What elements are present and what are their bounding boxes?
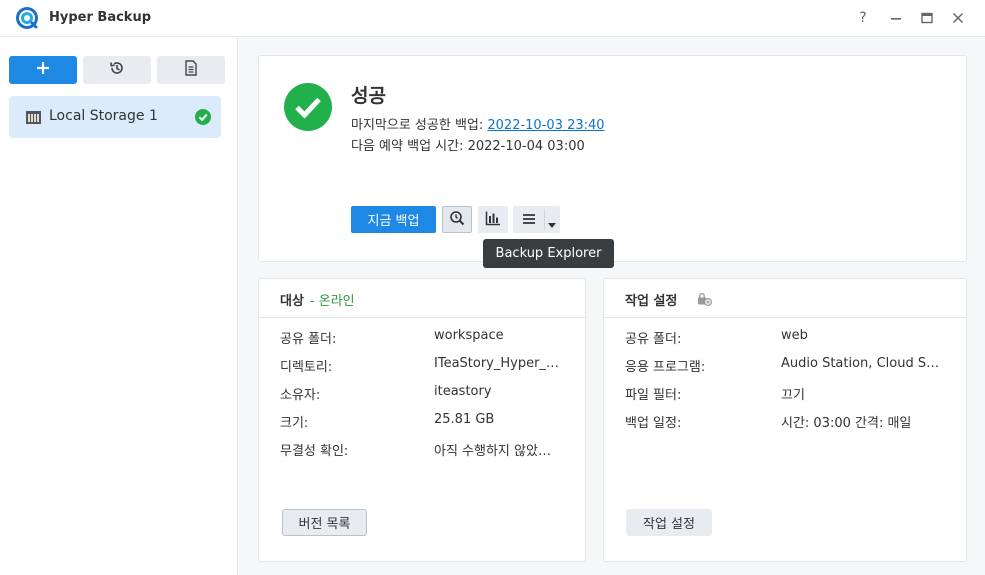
success-check-icon [283,82,333,136]
row-value: Audio Station, Cloud S… [781,356,940,371]
row-value: 아직 수행하지 않았… [434,444,551,459]
row-label: 소유자: [280,388,321,403]
online-status: - 온라인 [309,294,355,309]
success-check-icon [195,109,211,129]
sidebar: Local Storage 1 [0,38,238,575]
statistics-icon [485,210,501,230]
target-panel-header: 대상 - 온라인 [259,279,585,318]
add-task-button[interactable] [9,56,77,84]
version-list-button[interactable]: 버전 목록 [282,509,367,536]
sidebar-item-local-storage-1[interactable]: Local Storage 1 [9,96,221,138]
last-backup-line: 마지막으로 성공한 백업: 2022-10-03 23:40 [351,114,605,133]
split-divider [544,209,545,230]
title-bar: Hyper Backup ? [0,0,985,37]
row-label: 크기: [280,416,309,431]
action-menu-button[interactable] [513,206,560,233]
row-value: web [781,328,808,343]
chevron-down-icon [548,217,556,232]
hyper-backup-icon [15,6,39,30]
row-value: 시간: 03:00 간격: 매일 [781,416,912,431]
row-value: 끄기 [781,388,805,403]
status-title: 성공 [351,85,386,107]
task-settings-button[interactable]: 작업 설정 [626,509,712,536]
tooltip: Backup Explorer [483,239,614,268]
row-label: 디렉토리: [280,360,333,375]
row-value: workspace [434,328,504,343]
log-document-icon [184,60,198,80]
backup-explorer-button[interactable] [442,206,472,233]
next-backup-line: 다음 예약 백업 시간: 2022-10-04 03:00 [351,139,585,154]
app-title: Hyper Backup [49,10,152,25]
help-icon[interactable]: ? [853,8,873,28]
task-panel-header: 작업 설정 [604,279,966,318]
last-backup-link[interactable]: 2022-10-03 23:40 [487,118,604,133]
minimize-icon[interactable] [886,8,906,28]
close-icon[interactable] [948,8,968,28]
last-backup-label: 마지막으로 성공한 백업: [351,118,488,133]
panel-title: 작업 설정 [625,294,678,309]
row-label: 공유 폴더: [625,332,682,347]
main-content: 성공 마지막으로 성공한 백업: 2022-10-03 23:40 다음 예약 … [239,38,985,575]
menu-icon [522,212,536,230]
target-panel: 대상 - 온라인 공유 폴더: workspace 디렉토리: ITeaStory… [258,278,586,562]
sidebar-item-label: Local Storage 1 [49,108,158,124]
panel-title: 대상 - 온라인 [280,294,355,309]
row-value: 25.81 GB [434,412,495,427]
row-label: 응용 프로그램: [625,360,706,375]
row-value: iteastory [434,384,492,399]
lock-settings-icon [697,292,713,310]
log-button[interactable] [157,56,225,84]
row-label: 파일 필터: [625,388,682,403]
task-settings-panel: 작업 설정 공유 폴더: web 응용 프로그램: Audio Station,… [603,278,967,562]
plus-icon [36,61,50,79]
backup-explorer-icon [449,210,465,230]
row-value: ITeaStory_Hyper_… [434,356,559,371]
backup-now-button[interactable]: 지금 백업 [351,206,436,233]
statistics-button[interactable] [478,206,508,233]
row-label: 공유 폴더: [280,332,337,347]
row-label: 백업 일정: [625,416,682,431]
row-label: 무결성 확인: [280,444,349,459]
storage-icon [26,111,41,128]
maximize-icon[interactable] [917,8,937,28]
status-card: 성공 마지막으로 성공한 백업: 2022-10-03 23:40 다음 예약 … [258,55,967,262]
restore-button[interactable] [83,56,151,84]
restore-history-icon [109,60,125,80]
